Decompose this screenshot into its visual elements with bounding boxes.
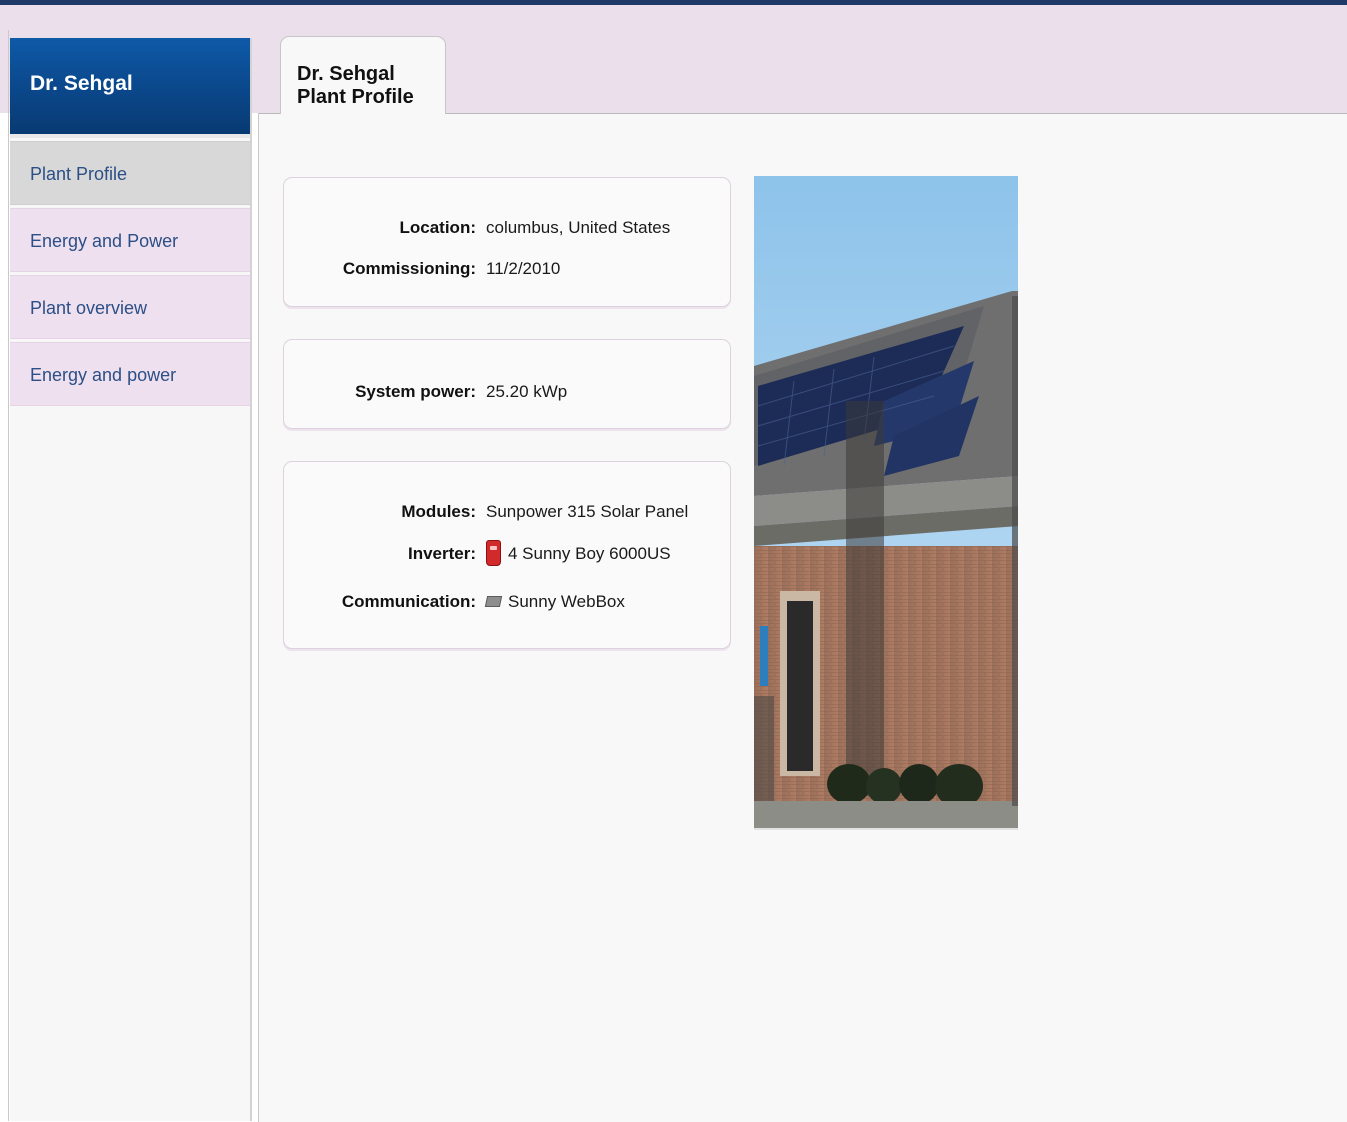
webbox-icon (484, 596, 503, 607)
modules-value: Sunpower 315 Solar Panel (486, 502, 689, 521)
equipment-card: Modules: Sunpower 315 Solar Panel Invert… (283, 461, 731, 649)
sidebar-item-plant-overview[interactable]: Plant overview (10, 275, 250, 339)
inverter-icon (486, 540, 501, 566)
plant-photo (754, 176, 1018, 828)
location-value: columbus, United States (486, 218, 671, 237)
sidebar-item-label: Plant overview (30, 298, 148, 318)
inverter-row: Inverter: 4 Sunny Boy 6000US (284, 540, 732, 568)
location-card: Location: columbus, United States Commis… (283, 177, 731, 307)
sidebar-item-energy-and-power[interactable]: Energy and Power (10, 208, 250, 272)
sidebar: Dr. Sehgal Plant Profile Energy and Powe… (10, 38, 252, 1121)
communication-row: Communication: Sunny WebBox (284, 592, 732, 616)
communication-value: Sunny WebBox (508, 592, 625, 611)
location-label: Location: (399, 218, 477, 237)
system-power-label: System power: (355, 382, 476, 401)
system-power-value: 25.20 kWp (486, 382, 568, 401)
communication-label: Communication: (341, 592, 476, 611)
sidebar-item-label: Plant Profile (30, 164, 128, 184)
sidebar-item-label: Energy and power (30, 365, 177, 385)
modules-row: Modules: Sunpower 315 Solar Panel (284, 502, 732, 526)
system-power-row: System power: 25.20 kWp (284, 382, 732, 406)
commissioning-label: Commissioning: (342, 259, 476, 278)
location-row: Location: columbus, United States (284, 218, 732, 242)
modules-label: Modules: (401, 502, 476, 521)
sidebar-item-label: Energy and Power (30, 231, 179, 251)
commissioning-row: Commissioning: 11/2/2010 (284, 259, 732, 283)
tab-label: Dr. Sehgal Plant Profile (297, 63, 414, 108)
sidebar-header: Dr. Sehgal (10, 38, 250, 138)
inverter-value: 4 Sunny Boy 6000US (508, 544, 671, 563)
sidebar-item-plant-profile[interactable]: Plant Profile (10, 141, 250, 205)
page-left-border (8, 30, 9, 1121)
sidebar-item-energy-and-power-2[interactable]: Energy and power (10, 342, 250, 406)
commissioning-value: 11/2/2010 (486, 259, 561, 278)
inverter-label: Inverter: (407, 544, 476, 563)
tab-plant-profile[interactable]: Dr. Sehgal Plant Profile (280, 36, 446, 114)
system-power-card: System power: 25.20 kWp (283, 339, 731, 429)
